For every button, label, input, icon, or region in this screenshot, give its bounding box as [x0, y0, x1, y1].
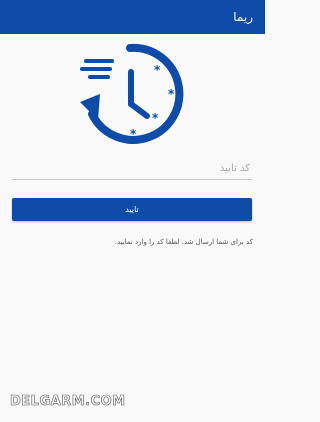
verification-code-input[interactable] [12, 158, 252, 180]
app-title: ریما [233, 10, 253, 24]
svg-text:*: * [152, 111, 159, 125]
watermark: DELGARM.COM [10, 394, 126, 410]
svg-text:*: * [154, 63, 161, 77]
confirm-button-label: تایید [125, 205, 139, 214]
svg-text:*: * [130, 127, 137, 141]
clock-refresh-icon: * * * * [80, 43, 184, 144]
app-bar: ریما [0, 0, 265, 34]
svg-text:*: * [168, 87, 175, 101]
confirm-button[interactable]: تایید [12, 198, 252, 221]
code-sent-message: کد برای شما ارسال شد. لطفا کد را وارد نم… [114, 238, 253, 246]
